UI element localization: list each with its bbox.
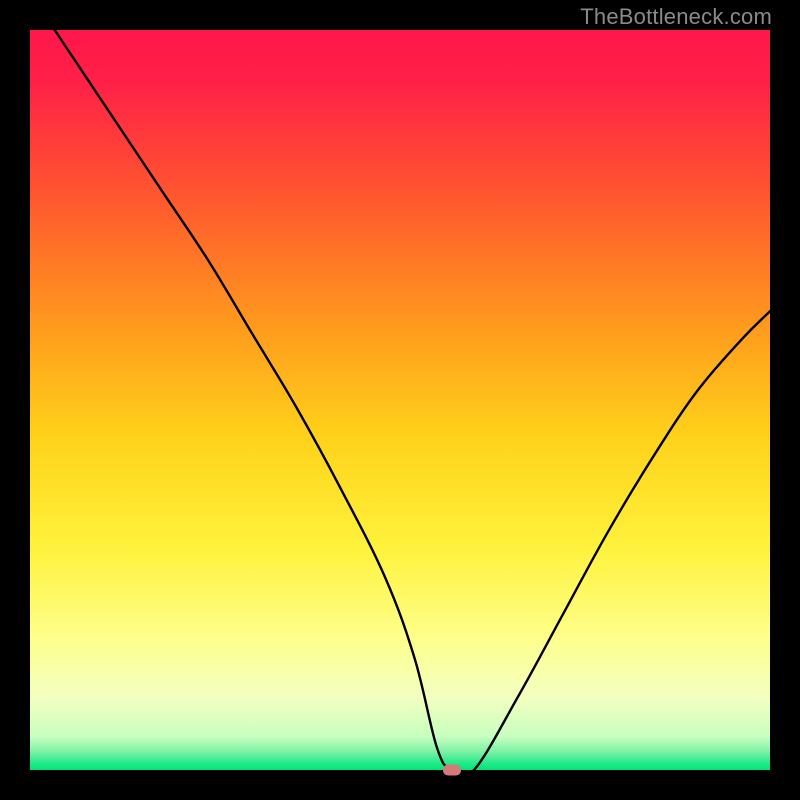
bottleneck-curve [30, 30, 770, 770]
watermark-text: TheBottleneck.com [580, 4, 772, 30]
plot-area [30, 30, 770, 770]
optimal-marker [443, 765, 461, 776]
chart-frame: TheBottleneck.com [0, 0, 800, 800]
